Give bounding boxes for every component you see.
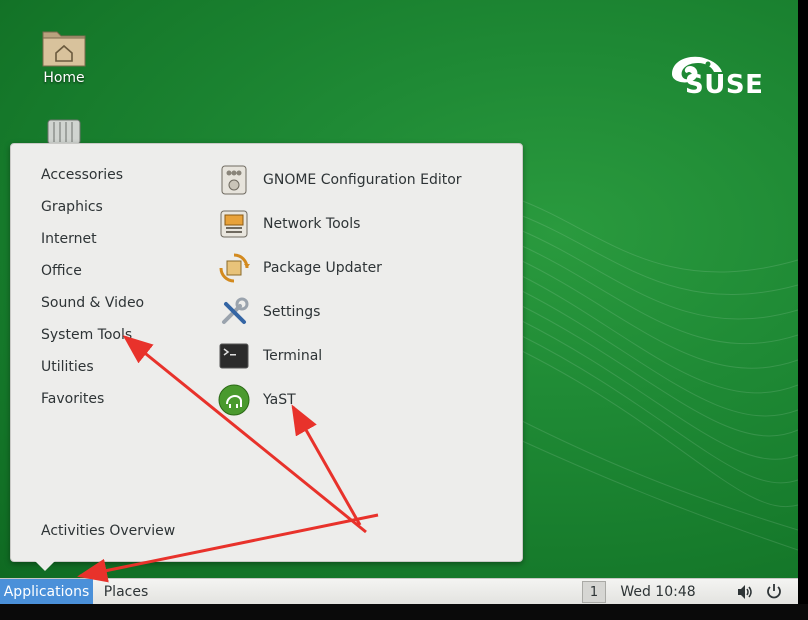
app-gnome-config-editor[interactable]: GNOME Configuration Editor xyxy=(218,162,498,198)
category-graphics[interactable]: Graphics xyxy=(41,198,103,216)
category-system-tools[interactable]: System Tools xyxy=(41,326,132,344)
menu-pointer xyxy=(35,561,55,571)
settings-tools-icon xyxy=(222,297,249,324)
desktop-icon-trash[interactable] xyxy=(24,118,104,144)
app-label: Package Updater xyxy=(263,260,382,276)
category-utilities[interactable]: Utilities xyxy=(41,358,94,376)
desktop-icon-home[interactable]: Home xyxy=(24,26,104,86)
suse-wordmark: SUSE xyxy=(685,70,764,100)
category-accessories[interactable]: Accessories xyxy=(41,166,123,184)
app-label: YaST xyxy=(263,392,296,408)
applications-button[interactable]: Applications xyxy=(0,579,93,605)
suse-logo: SUSE xyxy=(668,50,768,104)
places-button[interactable]: Places xyxy=(96,579,156,605)
app-label: Settings xyxy=(263,304,321,320)
screen-edge xyxy=(798,0,808,604)
app-package-updater[interactable]: Package Updater xyxy=(218,250,498,286)
package-updater-icon xyxy=(219,253,250,283)
app-label: Network Tools xyxy=(263,216,361,232)
app-label: Terminal xyxy=(263,348,323,364)
app-network-tools[interactable]: Network Tools xyxy=(218,206,498,242)
app-settings[interactable]: Settings xyxy=(218,294,498,330)
home-folder-icon xyxy=(42,31,86,67)
category-favorites[interactable]: Favorites xyxy=(41,390,104,408)
app-label: GNOME Configuration Editor xyxy=(263,172,462,188)
category-internet[interactable]: Internet xyxy=(41,230,97,248)
volume-icon[interactable] xyxy=(736,584,754,600)
yast-icon xyxy=(218,384,250,416)
activities-overview[interactable]: Activities Overview xyxy=(41,522,175,540)
workspace-indicator[interactable]: 1 xyxy=(582,581,606,603)
category-office[interactable]: Office xyxy=(41,262,82,280)
config-editor-icon xyxy=(221,165,247,195)
top-panel: Applications Places 1 Wed 10:48 xyxy=(0,578,798,605)
desktop-icon-label: Home xyxy=(43,70,85,86)
applications-menu: Accessories Graphics Internet Office Sou… xyxy=(10,143,523,562)
trash-icon xyxy=(47,119,81,144)
terminal-icon xyxy=(219,343,249,369)
category-sound-video[interactable]: Sound & Video xyxy=(41,294,144,312)
clock[interactable]: Wed 10:48 xyxy=(612,579,704,605)
screen-bottom-edge xyxy=(0,604,808,620)
app-terminal[interactable]: Terminal xyxy=(218,338,498,374)
network-tools-icon xyxy=(220,210,248,238)
app-yast[interactable]: YaST xyxy=(218,382,498,418)
power-icon[interactable] xyxy=(766,583,782,600)
